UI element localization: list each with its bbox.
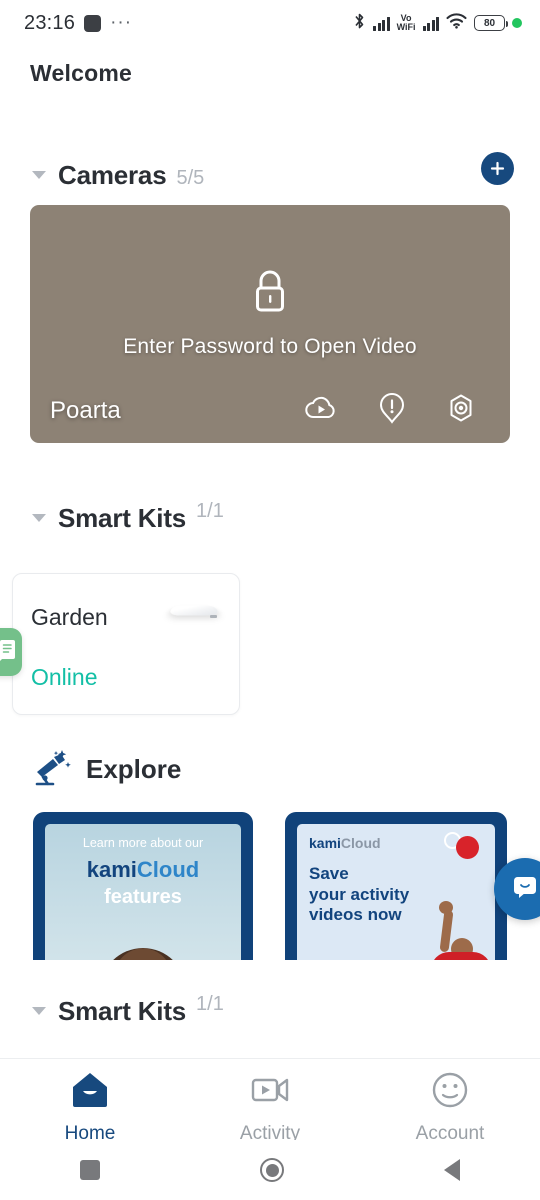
status-app-icon [84, 14, 102, 32]
chevron-down-icon[interactable] [32, 171, 46, 179]
settings-target-icon[interactable] [446, 393, 476, 428]
smart-kit-card-garden[interactable]: Garden Online [12, 573, 240, 715]
cameras-count: 5/5 [176, 167, 205, 189]
status-bar: 23:16 ··· Vo WiFi 80 [0, 0, 540, 46]
house-icon [69, 1070, 111, 1115]
smart-kit-name: Garden [31, 604, 108, 630]
wifi-icon [446, 12, 467, 34]
nav-tab-activity[interactable]: Activity [180, 1059, 360, 1140]
explore-card-2[interactable]: kamiCloud Save your activity videos now [285, 812, 507, 960]
home-circle-icon[interactable] [260, 1158, 284, 1182]
smart-kits-count: 1/1 [196, 500, 224, 522]
bottom-navigation: Home Activity Account [0, 1058, 540, 1140]
recording-indicator-dot [512, 18, 522, 28]
back-triangle-icon[interactable] [444, 1159, 460, 1181]
smart-kits-title: Smart Kits [58, 503, 187, 533]
explore-title: Explore [86, 754, 182, 784]
nav-tab-home[interactable]: Home [0, 1059, 180, 1140]
add-camera-button[interactable] [481, 152, 514, 185]
promo-2-headline: Save your activity videos now [309, 864, 410, 925]
video-camera-icon [248, 1070, 292, 1115]
nav-label-home: Home [64, 1123, 116, 1140]
hub-device-icon [168, 596, 221, 630]
nav-label-activity: Activity [239, 1123, 301, 1140]
chevron-down-icon[interactable] [32, 1007, 46, 1015]
smart-kits-title-2: Smart Kits [58, 996, 187, 1026]
smart-kits-section-header-2[interactable]: Smart Kits 1/1 [0, 993, 540, 1027]
page-title: Welcome [30, 60, 132, 86]
bluetooth-icon [353, 12, 366, 35]
status-overflow-dots: ··· [110, 12, 133, 33]
promo-1-line-3: features [104, 886, 182, 908]
android-system-nav [0, 1140, 540, 1200]
battery-icon: 80 [474, 15, 508, 31]
explore-section-header: Explore [32, 748, 181, 791]
promo-1-brand: kamiCloud [45, 857, 241, 883]
camera-card-poarta[interactable]: Enter Password to Open Video Poarta [30, 205, 510, 443]
floating-notes-widget[interactable] [0, 628, 22, 676]
signal-bars-1-icon [373, 16, 390, 31]
app-screen: 23:16 ··· Vo WiFi 80 Welcome Cameras 5/5… [0, 0, 540, 1200]
brand-kami: kami [86, 857, 137, 882]
status-bar-right: Vo WiFi 80 [353, 12, 522, 35]
promo-2-person-image [419, 901, 493, 960]
vowifi-icon: Vo WiFi [396, 13, 416, 32]
lock-icon [30, 267, 510, 317]
explore-carousel[interactable]: Learn more about our kamiCloud features … [0, 812, 540, 960]
alert-icon[interactable] [378, 392, 406, 429]
brand-kami: kami [309, 835, 341, 851]
camera-locked-message: Enter Password to Open Video [123, 335, 417, 358]
nav-tab-account[interactable]: Account [360, 1059, 540, 1140]
camera-card-footer: Poarta [30, 392, 510, 429]
battery-level: 80 [483, 17, 496, 29]
smart-kits-count-2: 1/1 [196, 993, 224, 1015]
status-time: 23:16 [24, 11, 76, 34]
nav-label-account: Account [415, 1123, 485, 1140]
smart-kits-section-header[interactable]: Smart Kits 1/1 [0, 500, 540, 534]
chat-bubble-icon [510, 873, 540, 906]
brand-cloud: Cloud [136, 857, 200, 882]
face-icon [430, 1070, 470, 1115]
chevron-down-icon[interactable] [32, 514, 46, 522]
camera-actions [304, 392, 490, 429]
cameras-section-header[interactable]: Cameras 5/5 [0, 160, 540, 191]
kami-logo-dot-icon [456, 836, 479, 859]
plus-icon [489, 160, 506, 177]
explore-card-1[interactable]: Learn more about our kamiCloud features [33, 812, 253, 960]
status-bar-left: 23:16 ··· [24, 12, 132, 35]
cameras-title: Cameras [58, 160, 167, 190]
cloud-play-icon[interactable] [304, 394, 338, 427]
signal-bars-2-icon [422, 16, 439, 31]
promo-1-line-1: Learn more about our [82, 836, 204, 850]
recents-square-icon[interactable] [80, 1160, 100, 1180]
camera-name: Poarta [50, 396, 121, 424]
document-icon [0, 638, 18, 667]
promo-person-image [100, 948, 186, 960]
promo-2-brand: kamiCloud [309, 835, 381, 851]
telescope-icon [32, 748, 72, 791]
smart-kit-status: Online [31, 664, 98, 690]
brand-cloud: Cloud [340, 835, 381, 851]
